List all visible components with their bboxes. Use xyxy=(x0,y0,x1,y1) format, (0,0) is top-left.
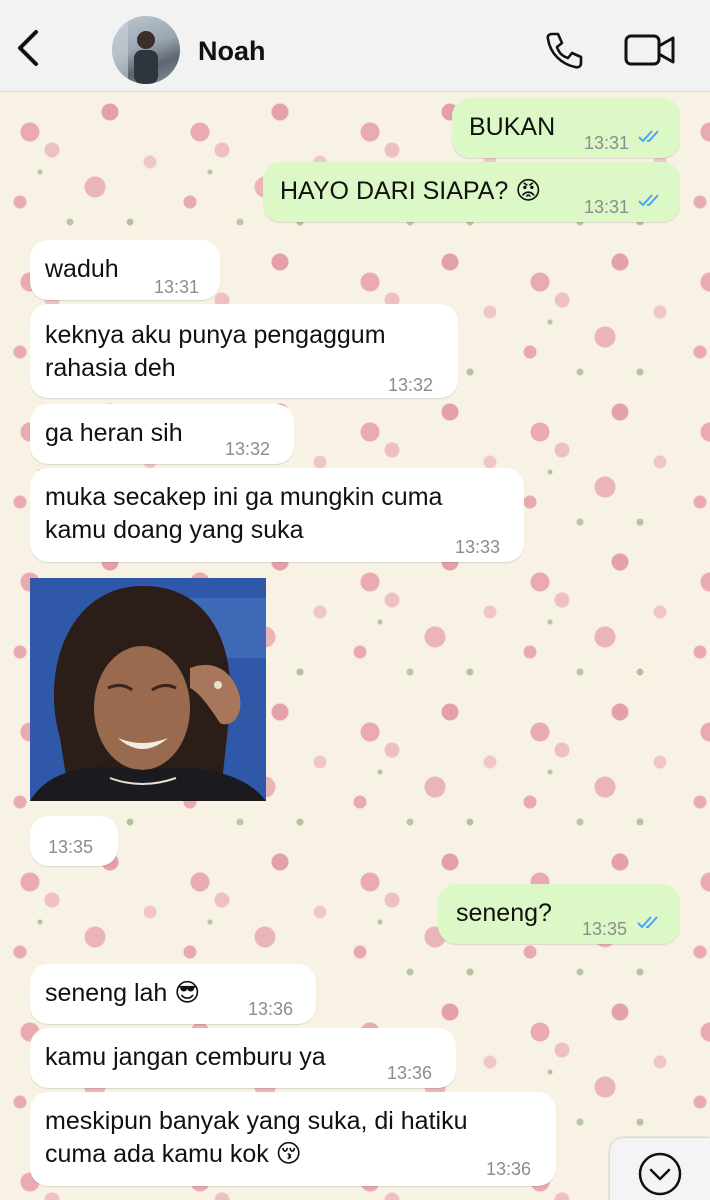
video-camera-icon[interactable] xyxy=(624,32,676,68)
message-text: waduh xyxy=(45,255,119,283)
message-text: ga heran sih xyxy=(45,419,183,447)
contact-name[interactable]: Noah xyxy=(198,36,266,67)
message-time: 13:35 xyxy=(582,919,628,939)
message-incoming[interactable]: meskipun banyak yang suka, di hatiku cum… xyxy=(30,1092,556,1186)
message-text: kamu jangan cemburu ya xyxy=(45,1043,326,1071)
read-receipt-icon xyxy=(637,916,658,929)
message-incoming[interactable]: keknya aku punya pengaggum rahasia deh 1… xyxy=(30,304,458,398)
message-time: 13:32 xyxy=(225,439,271,459)
message-text: HAYO DARI SIAPA? 😡 xyxy=(280,177,542,205)
message-incoming[interactable]: muka secakep ini ga mungkin cuma kamu do… xyxy=(30,468,524,562)
chevron-down-circle-icon xyxy=(638,1152,682,1196)
message-text-line: cuma ada kamu kok 😚 xyxy=(45,1140,302,1168)
message-outgoing[interactable]: BUKAN 13:31 xyxy=(452,98,680,158)
message-text-line: meskipun banyak yang suka, di hatiku xyxy=(45,1107,468,1135)
image-message[interactable] xyxy=(30,578,266,801)
message-text-line: rahasia deh xyxy=(45,354,176,382)
chevron-left-icon[interactable] xyxy=(14,28,44,68)
message-incoming[interactable]: ga heran sih 13:32 xyxy=(30,404,294,464)
phone-icon[interactable] xyxy=(544,30,584,70)
message-time: 13:31 xyxy=(154,277,200,297)
message-incoming[interactable]: seneng lah 😎 13:36 xyxy=(30,964,316,1024)
message-outgoing[interactable]: HAYO DARI SIAPA? 😡 13:31 xyxy=(263,162,680,222)
message-incoming[interactable]: waduh 13:31 xyxy=(30,240,220,300)
message-time: 13:36 xyxy=(387,1063,433,1083)
message-time: 13:31 xyxy=(584,197,630,217)
avatar[interactable] xyxy=(112,16,180,84)
message-text-line: kamu doang yang suka xyxy=(45,516,304,544)
read-receipt-icon xyxy=(638,130,659,143)
message-time: 13:36 xyxy=(248,999,294,1019)
scroll-to-bottom-button[interactable] xyxy=(610,1138,710,1200)
message-time: 13:33 xyxy=(455,537,501,557)
message-text: seneng lah 😎 xyxy=(45,979,201,1007)
message-time: 13:32 xyxy=(388,375,434,395)
message-text-line: keknya aku punya pengaggum xyxy=(45,321,386,349)
message-text: seneng? xyxy=(456,899,552,927)
message-text-line: muka secakep ini ga mungkin cuma xyxy=(45,483,443,511)
chat-header: Noah xyxy=(0,0,710,92)
message-text: BUKAN xyxy=(469,113,556,141)
image-timestamp: 13:35 xyxy=(30,816,118,866)
message-incoming[interactable]: kamu jangan cemburu ya 13:36 xyxy=(30,1028,456,1088)
message-time: 13:31 xyxy=(584,133,630,153)
read-receipt-icon xyxy=(638,194,659,207)
message-outgoing[interactable]: seneng? 13:35 xyxy=(438,884,680,944)
message-time: 13:36 xyxy=(486,1159,532,1179)
message-time: 13:35 xyxy=(48,837,94,857)
